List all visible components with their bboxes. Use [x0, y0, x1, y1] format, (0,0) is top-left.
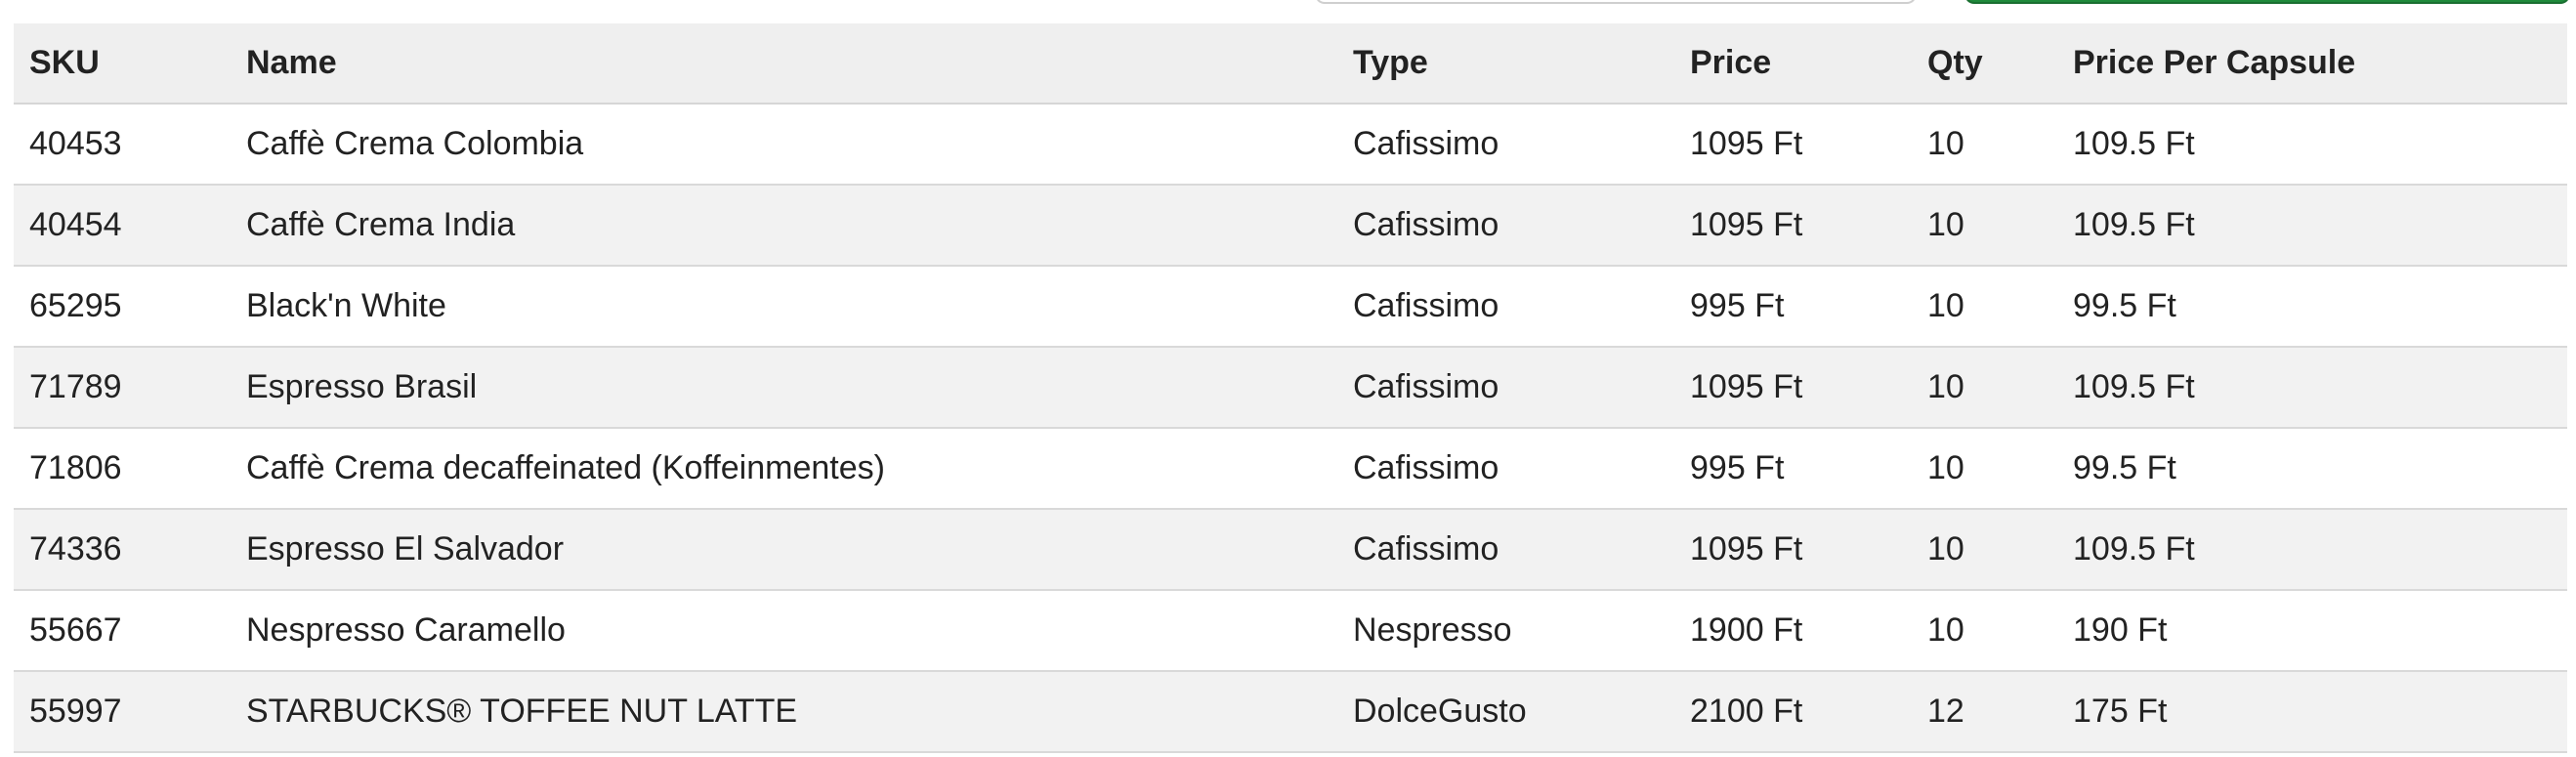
cell-type: Cafissimo [1353, 368, 1499, 405]
cell-price: 995 Ft [1690, 287, 1785, 324]
top-toolbar [0, 0, 2576, 23]
cell-qty: 10 [1927, 206, 1964, 243]
cell-sku: 55667 [29, 611, 122, 649]
table-row: 40453 Caffè Crema Colombia Cafissimo 109… [14, 104, 2567, 185]
cell-type: DolceGusto [1353, 693, 1527, 730]
cell-sku: 40453 [29, 125, 122, 162]
cell-price: 1095 Ft [1690, 206, 1803, 243]
cell-price-per-capsule: 109.5 Ft [2073, 530, 2195, 568]
cell-type: Cafissimo [1353, 206, 1499, 243]
cell-name: Espresso Brasil [246, 368, 478, 405]
column-header-qty[interactable]: Qty [1912, 23, 2057, 104]
cell-name: Nespresso Caramello [246, 611, 566, 649]
cell-price-per-capsule: 99.5 Ft [2073, 449, 2176, 486]
cell-sku: 71789 [29, 368, 122, 405]
action-button[interactable] [1964, 0, 2570, 4]
cell-name: Caffè Crema decaffeinated (Koffeinmentes… [246, 449, 885, 486]
cell-name: Black'n White [246, 287, 446, 324]
cell-sku: 71806 [29, 449, 122, 486]
table-row: 74336 Espresso El Salvador Cafissimo 109… [14, 509, 2567, 590]
table-row: 71806 Caffè Crema decaffeinated (Koffein… [14, 428, 2567, 509]
cell-price-per-capsule: 190 Ft [2073, 611, 2168, 649]
cell-qty: 10 [1927, 611, 1964, 649]
cell-type: Cafissimo [1353, 449, 1499, 486]
cell-price-per-capsule: 99.5 Ft [2073, 287, 2176, 324]
capsule-price-table: SKU Name Type Price Qty Price Per Capsul… [14, 23, 2567, 753]
cell-price: 2100 Ft [1690, 693, 1803, 730]
cell-sku: 40454 [29, 206, 122, 243]
column-header-sku[interactable]: SKU [14, 23, 231, 104]
cell-price-per-capsule: 175 Ft [2073, 693, 2168, 730]
cell-price: 1095 Ft [1690, 530, 1803, 568]
cell-price: 1095 Ft [1690, 368, 1803, 405]
table-row: 65295 Black'n White Cafissimo 995 Ft 10 … [14, 266, 2567, 347]
cell-type: Cafissimo [1353, 530, 1499, 568]
cell-type: Cafissimo [1353, 125, 1499, 162]
search-input[interactable] [1315, 0, 1917, 4]
cell-name: STARBUCKS® TOFFEE NUT LATTE [246, 693, 798, 730]
cell-qty: 12 [1927, 693, 1964, 730]
cell-qty: 10 [1927, 449, 1964, 486]
cell-price: 1900 Ft [1690, 611, 1803, 649]
cell-price: 1095 Ft [1690, 125, 1803, 162]
cell-name: Caffè Crema Colombia [246, 125, 584, 162]
cell-price: 995 Ft [1690, 449, 1785, 486]
table-row: 55667 Nespresso Caramello Nespresso 1900… [14, 590, 2567, 671]
column-header-price-per-capsule[interactable]: Price Per Capsule [2057, 23, 2567, 104]
table-row: 71789 Espresso Brasil Cafissimo 1095 Ft … [14, 347, 2567, 428]
cell-sku: 55997 [29, 693, 122, 730]
cell-price-per-capsule: 109.5 Ft [2073, 125, 2195, 162]
cell-price-per-capsule: 109.5 Ft [2073, 206, 2195, 243]
page: SKU Name Type Price Qty Price Per Capsul… [0, 0, 2576, 757]
cell-type: Cafissimo [1353, 287, 1499, 324]
cell-qty: 10 [1927, 530, 1964, 568]
cell-price-per-capsule: 109.5 Ft [2073, 368, 2195, 405]
cell-qty: 10 [1927, 125, 1964, 162]
cell-qty: 10 [1927, 287, 1964, 324]
column-header-price[interactable]: Price [1674, 23, 1912, 104]
table-row: 40454 Caffè Crema India Cafissimo 1095 F… [14, 185, 2567, 266]
table-header-row: SKU Name Type Price Qty Price Per Capsul… [14, 23, 2567, 104]
column-header-name[interactable]: Name [231, 23, 1337, 104]
cell-qty: 10 [1927, 368, 1964, 405]
table-row: 55997 STARBUCKS® TOFFEE NUT LATTE DolceG… [14, 671, 2567, 752]
cell-sku: 74336 [29, 530, 122, 568]
cell-sku: 65295 [29, 287, 122, 324]
column-header-type[interactable]: Type [1337, 23, 1674, 104]
cell-name: Caffè Crema India [246, 206, 516, 243]
cell-name: Espresso El Salvador [246, 530, 565, 568]
cell-type: Nespresso [1353, 611, 1512, 649]
